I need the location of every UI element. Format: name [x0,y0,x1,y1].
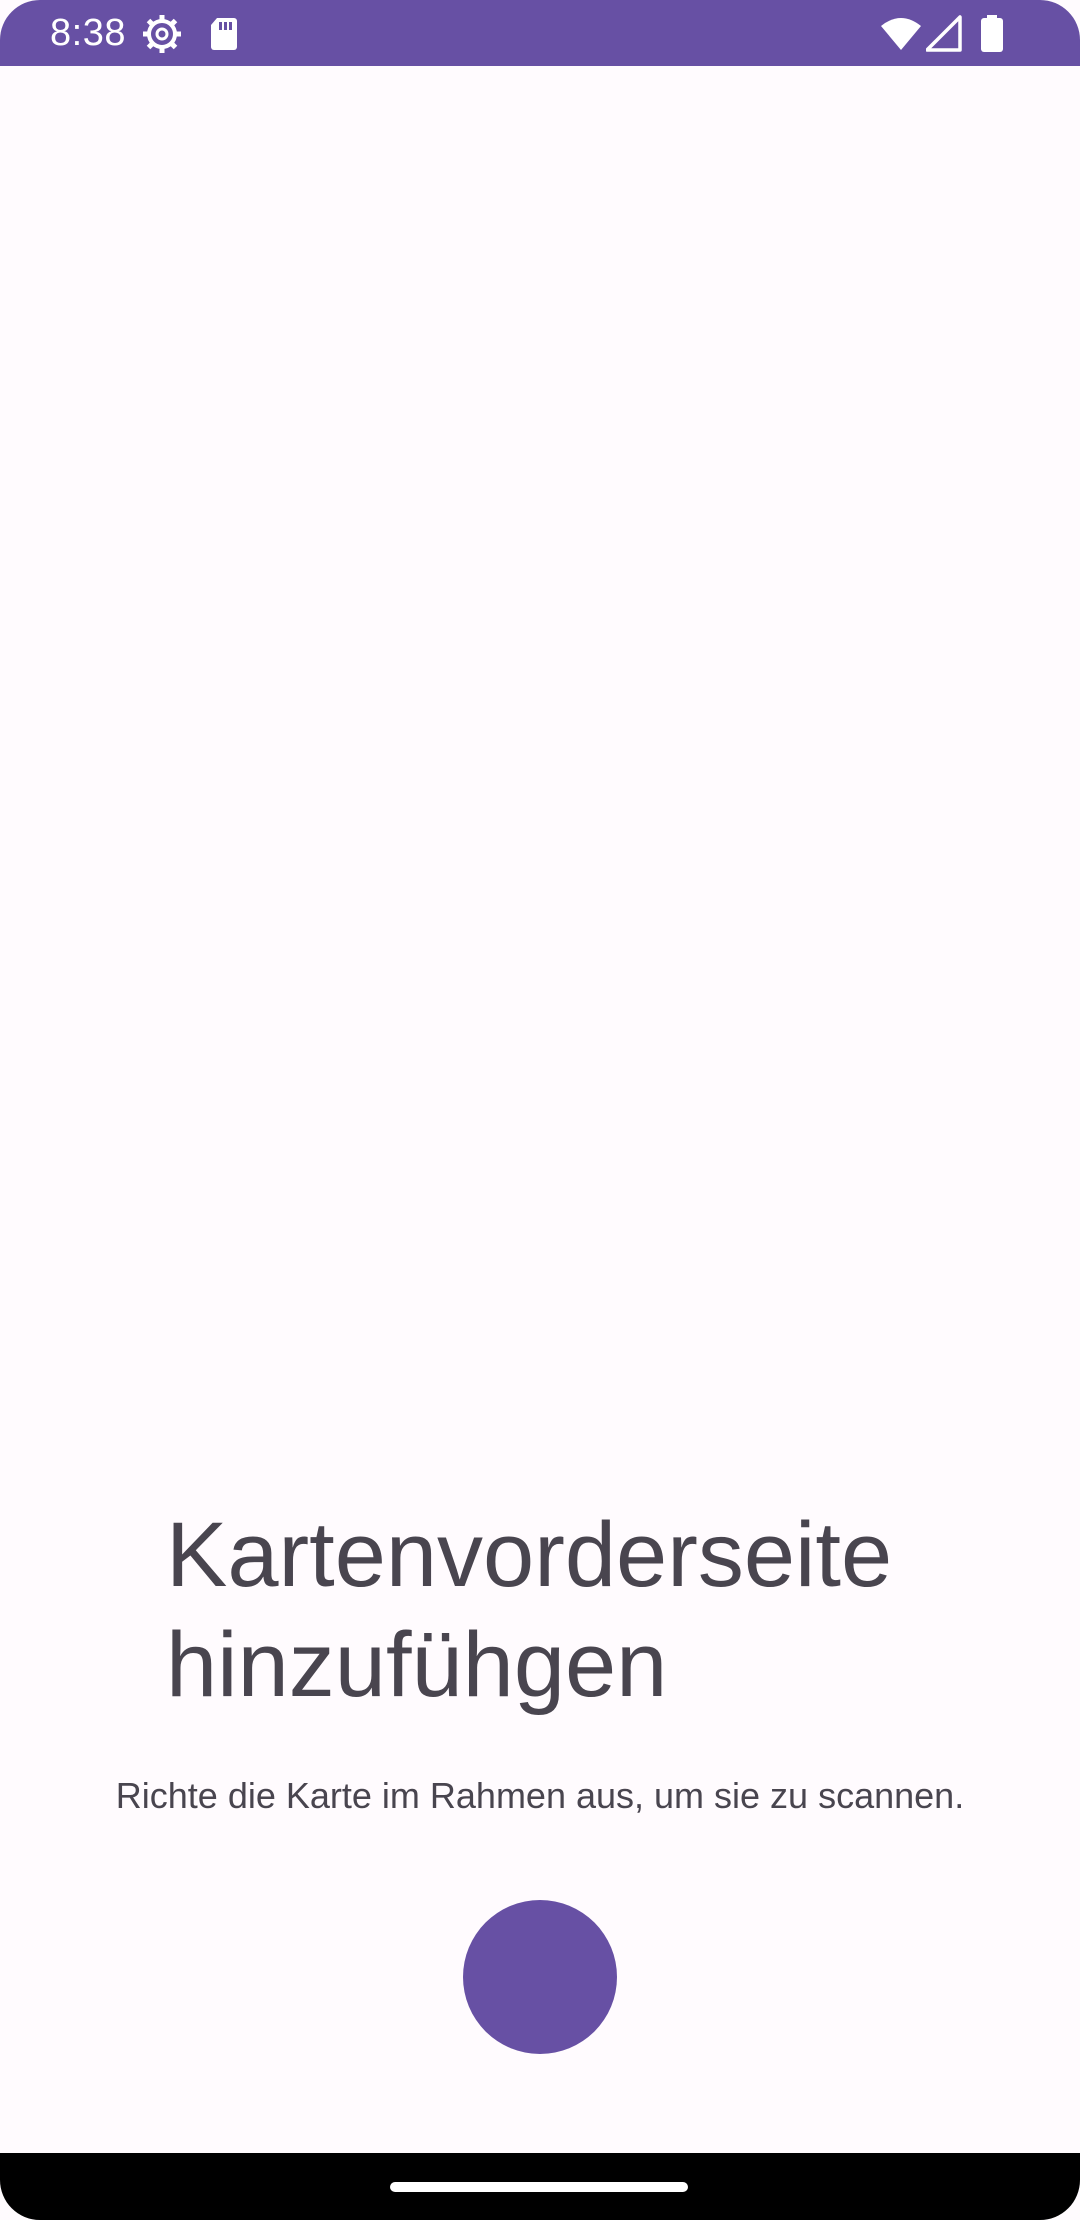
camera-preview-area [0,66,1080,1466]
wifi-icon [880,14,922,54]
capture-button[interactable] [463,1900,617,2054]
sd-card-icon [204,14,244,54]
scan-instruction: Richte die Karte im Rahmen aus, um sie z… [115,1775,965,1816]
status-time: 8:38 [50,12,126,54]
home-gesture-handle[interactable] [390,2182,688,2192]
battery-icon [978,14,1006,54]
card-scan-screen: 8:38 Kartenvorderseite hinzufühgen Richt… [0,0,1080,2220]
navigation-bar [0,2153,1080,2220]
status-bar: 8:38 [0,0,1080,66]
settings-gear-icon [142,14,182,54]
cell-signal-icon [926,14,962,54]
scan-title: Kartenvorderseite hinzufühgen [166,1504,893,1716]
